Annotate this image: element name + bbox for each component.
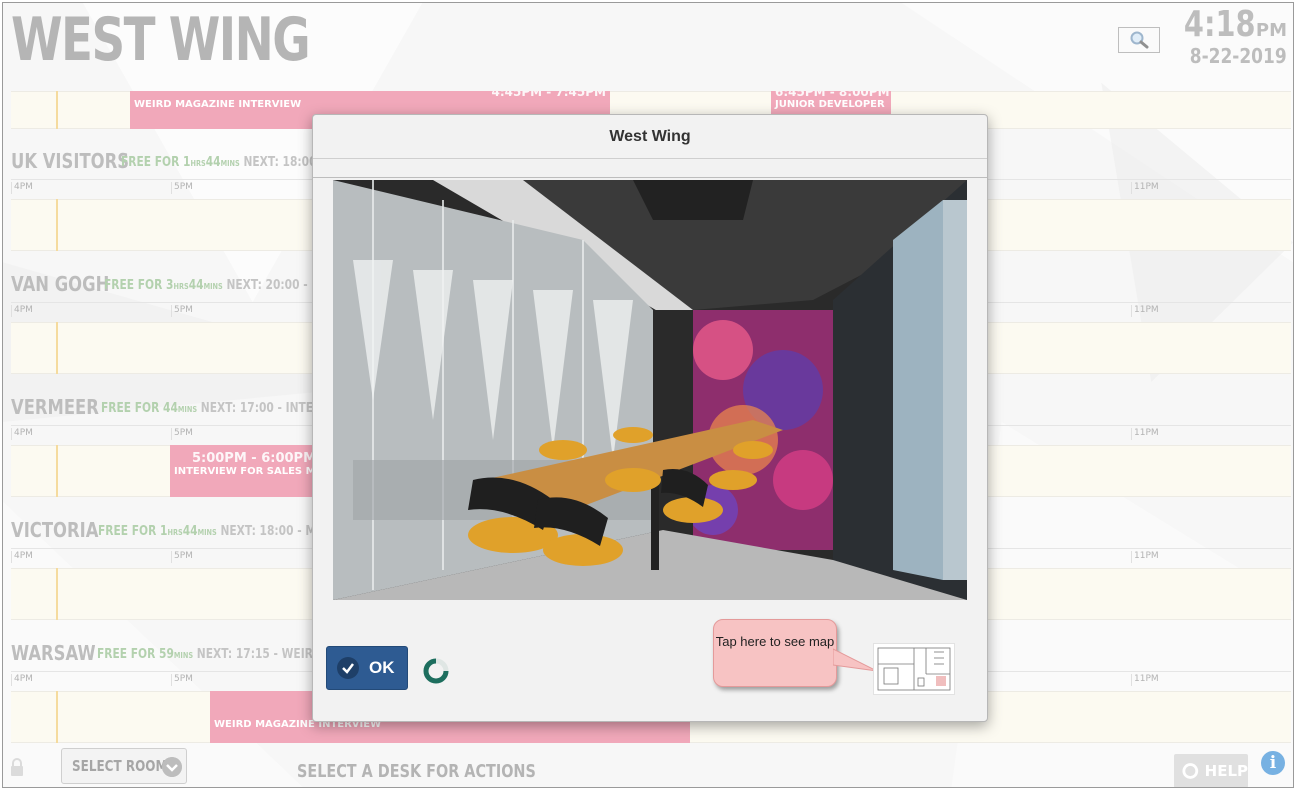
map-tooltip-text: Tap here to see map [715,634,835,649]
map-tooltip: Tap here to see map [713,619,837,687]
loading-spinner-icon [423,658,449,684]
room-photo [333,180,967,600]
floor-map-thumbnail[interactable] [873,643,955,695]
divider [313,177,987,178]
check-icon [337,657,359,679]
room-photo-illustration [333,180,967,600]
ok-button[interactable]: OK [326,646,408,690]
dialog-title: West Wing [313,115,987,159]
floor-plan-icon [877,647,951,691]
room-info-dialog: West Wing OK Tap here to see map [312,114,988,722]
ok-label: OK [369,658,395,677]
tooltip-tail [833,648,877,672]
